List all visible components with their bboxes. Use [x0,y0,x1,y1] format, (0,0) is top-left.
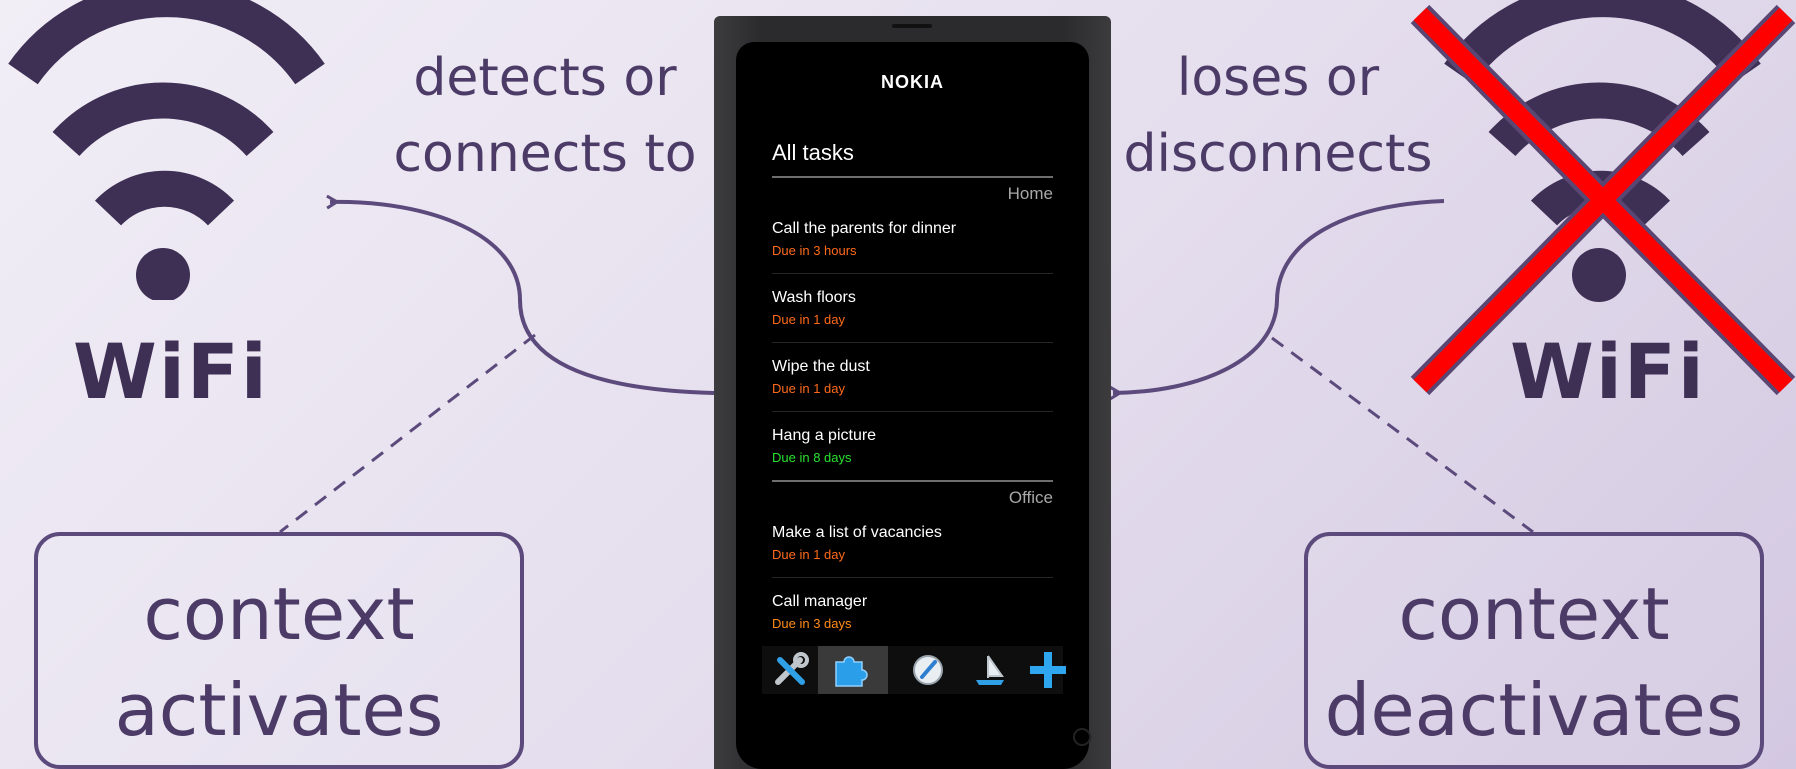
cross-icon [1410,4,1796,396]
bottom-toolbar [762,646,1066,694]
task-title[interactable]: Hang a picture [772,427,876,445]
context-activates-line1: context [143,572,415,656]
caption-detects-line2: connects to [393,124,697,184]
divider [772,411,1053,412]
tools-button[interactable] [762,646,818,694]
context-activates-line2: activates [114,668,444,752]
puzzle-icon [835,656,868,687]
compass-icon [913,655,943,685]
task-due: Due in 1 day [772,547,845,562]
context-activates-box: context activates [34,532,524,769]
task-due: Due in 1 day [772,312,845,327]
group-header-home: Home [1007,184,1053,203]
arrow-from-no-wifi [1113,199,1445,393]
sailboat-button[interactable] [958,646,1014,694]
caption-detects: detects or connects to [385,40,705,192]
caption-loses-line2: disconnects [1123,124,1433,184]
phone: NOKIA All tasks Home Call the parents fo… [714,16,1111,769]
divider [772,577,1053,578]
front-camera [1073,728,1091,746]
task-title[interactable]: Make a list of vacancies [772,524,942,542]
task-due: Due in 3 hours [772,243,857,258]
plugins-button[interactable] [818,646,888,694]
wifi-label-left: WiFi [73,327,269,416]
plus-icon [1030,652,1066,688]
phone-speaker [892,24,932,28]
caption-loses-line1: loses or [1176,48,1380,108]
task-title[interactable]: Call manager [772,593,867,611]
phone-screen: NOKIA All tasks Home Call the parents fo… [736,42,1091,769]
context-deactivates-line1: context [1398,572,1670,656]
context-deactivates-line2: deactivates [1324,668,1744,752]
divider [772,480,1053,482]
divider [772,342,1053,343]
divider [772,176,1053,178]
sailboat-icon [976,655,1004,685]
caption-loses: loses or disconnects [1118,40,1438,192]
task-due: Due in 8 days [772,450,852,465]
task-title[interactable]: Wipe the dust [772,358,870,376]
context-deactivates-box: context deactivates [1304,532,1764,769]
tools-icon [775,652,809,685]
divider [772,273,1053,274]
task-list-screen: NOKIA All tasks Home Call the parents fo… [762,42,1091,769]
task-title[interactable]: Call the parents for dinner [772,220,956,238]
brand-logo: NOKIA [881,72,944,92]
task-due: Due in 1 day [772,381,845,396]
arrow-to-wifi [330,202,715,395]
page-title: All tasks [772,140,854,165]
group-header-office: Office [1008,488,1053,507]
task-due: Due in 3 days [772,616,852,631]
compass-button[interactable] [898,646,954,694]
add-task-button[interactable] [1018,646,1074,694]
task-title[interactable]: Wash floors [772,289,856,307]
dashed-connector-left [279,333,536,534]
caption-detects-line1: detects or [413,48,677,108]
wifi-icon [8,0,325,300]
